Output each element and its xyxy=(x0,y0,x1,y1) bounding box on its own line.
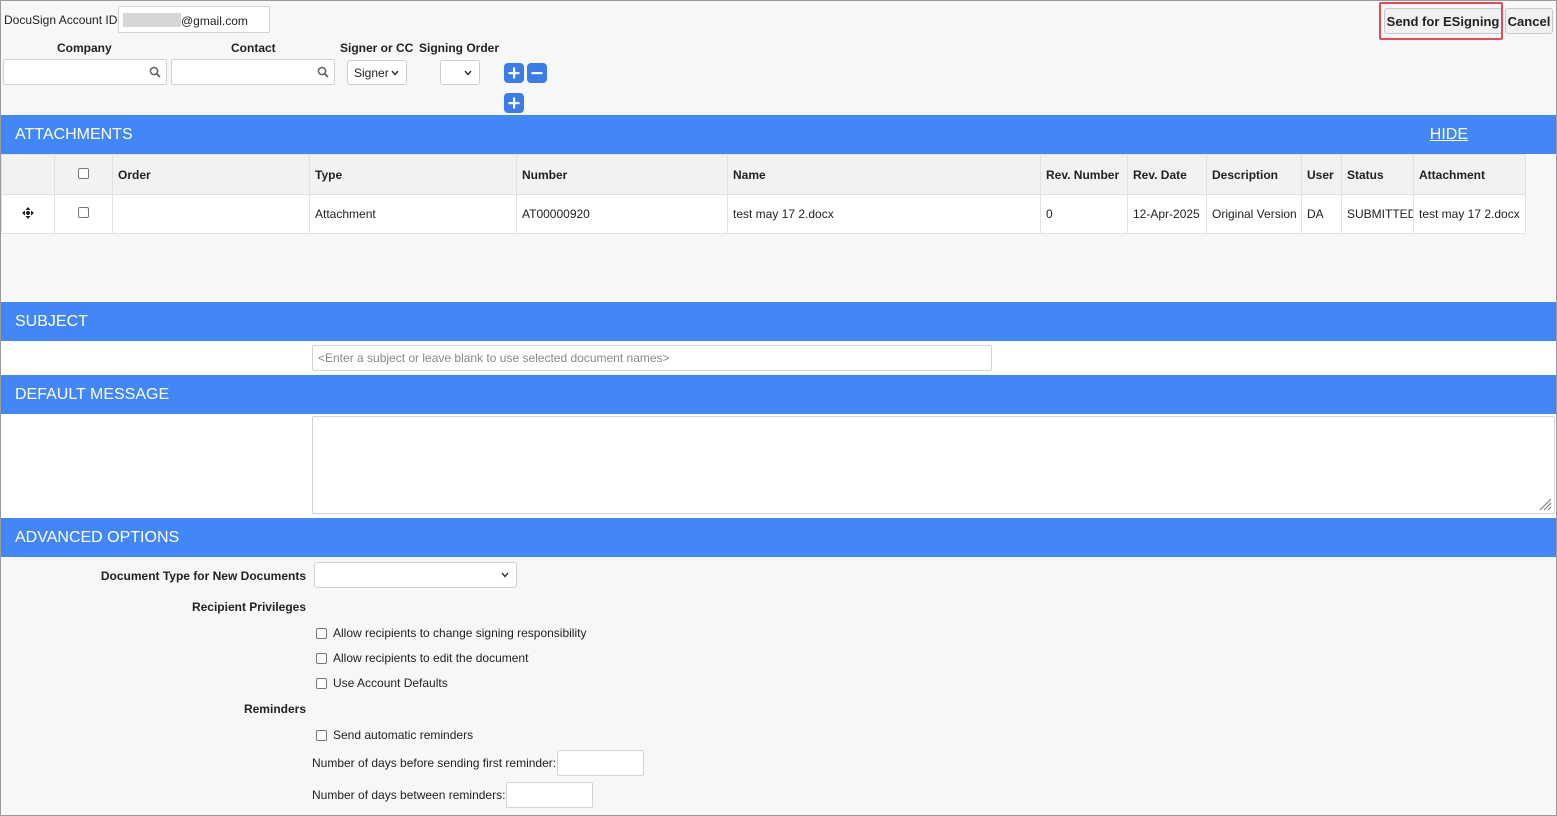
signer-cc-label: Signer or CC xyxy=(340,41,414,55)
change-signing-label: Allow recipients to change signing respo… xyxy=(333,626,587,640)
account-id-value: @gmail.com xyxy=(181,14,248,28)
recipient-privileges-label: Recipient Privileges xyxy=(191,600,306,614)
add-recipient-button[interactable] xyxy=(504,63,524,83)
cancel-button[interactable]: Cancel xyxy=(1505,8,1553,34)
col-number[interactable]: Number xyxy=(516,154,728,195)
col-order[interactable]: Order xyxy=(112,154,310,195)
edit-document-label: Allow recipients to edit the document xyxy=(333,651,529,665)
cell-description: Original Version xyxy=(1206,194,1302,234)
table-header-row: Order Type Number Name Rev. Number Rev. … xyxy=(1,154,1526,195)
cell-order xyxy=(112,194,310,234)
attachments-table: Order Type Number Name Rev. Number Rev. … xyxy=(1,154,1526,234)
signing-order-label: Signing Order xyxy=(419,41,500,55)
col-description[interactable]: Description xyxy=(1206,154,1302,195)
row-select-cell[interactable] xyxy=(54,194,113,234)
cell-rev-number: 0 xyxy=(1040,194,1128,234)
advanced-options-title: ADVANCED OPTIONS xyxy=(15,528,180,546)
redacted-block xyxy=(123,13,181,27)
default-message-textarea[interactable] xyxy=(312,416,1555,514)
change-signing-checkbox[interactable] xyxy=(316,627,327,639)
add-recipient-row-button[interactable] xyxy=(504,93,524,113)
chevron-down-icon xyxy=(501,572,509,578)
row-checkbox[interactable] xyxy=(78,207,89,218)
cell-user: DA xyxy=(1301,194,1342,234)
remove-recipient-button[interactable] xyxy=(527,63,547,83)
reminders-label: Reminders xyxy=(243,702,306,716)
cell-name: test may 17 2.docx xyxy=(727,194,1041,234)
contact-label: Contact xyxy=(231,41,276,55)
attachments-section-header: ATTACHMENTS HIDE xyxy=(1,115,1556,154)
cell-rev-date: 12-Apr-2025 xyxy=(1127,194,1207,234)
first-reminder-input[interactable] xyxy=(557,750,644,776)
col-name[interactable]: Name xyxy=(727,154,1041,195)
company-label: Company xyxy=(57,41,112,55)
account-defaults-label: Use Account Defaults xyxy=(333,676,448,690)
auto-reminders-checkbox[interactable] xyxy=(316,729,327,741)
minus-icon xyxy=(531,72,543,75)
option-edit-document[interactable]: Allow recipients to edit the document xyxy=(316,651,528,665)
option-account-defaults[interactable]: Use Account Defaults xyxy=(316,676,448,690)
account-id-field[interactable]: @gmail.com xyxy=(118,6,270,33)
first-reminder-label: Number of days before sending first remi… xyxy=(312,756,557,770)
attachments-title: ATTACHMENTS xyxy=(15,125,133,143)
between-reminders-input[interactable] xyxy=(506,782,593,808)
document-type-label: Document Type for New Documents xyxy=(100,569,306,583)
edit-document-checkbox[interactable] xyxy=(316,652,327,664)
highlight-box xyxy=(1379,2,1503,40)
col-rev-date[interactable]: Rev. Date xyxy=(1127,154,1207,195)
select-all-checkbox[interactable] xyxy=(78,167,89,179)
account-defaults-checkbox[interactable] xyxy=(316,677,327,689)
company-search-input[interactable] xyxy=(3,59,167,85)
header-select-all[interactable] xyxy=(54,154,113,195)
cell-type: Attachment xyxy=(309,194,517,234)
resize-handle-icon[interactable] xyxy=(1538,497,1552,511)
signer-cc-select[interactable]: Signer xyxy=(347,60,407,85)
chevron-down-icon xyxy=(391,70,399,76)
subject-input[interactable]: <Enter a subject or leave blank to use s… xyxy=(312,345,992,371)
col-attachment[interactable]: Attachment xyxy=(1413,154,1526,195)
cell-number: AT00000920 xyxy=(516,194,728,234)
plus-icon xyxy=(508,97,520,109)
advanced-options-section-header: ADVANCED OPTIONS xyxy=(1,518,1556,557)
default-message-section-header: DEFAULT MESSAGE xyxy=(1,375,1556,414)
hide-attachments-link[interactable]: HIDE xyxy=(1430,126,1468,144)
auto-reminders-label: Send automatic reminders xyxy=(333,728,474,742)
col-status[interactable]: Status xyxy=(1341,154,1414,195)
move-handle-icon[interactable] xyxy=(22,206,34,219)
default-message-title: DEFAULT MESSAGE xyxy=(15,385,170,403)
subject-section-header: SUBJECT xyxy=(1,302,1556,341)
search-icon[interactable] xyxy=(149,66,161,78)
chevron-down-icon xyxy=(464,70,472,76)
subject-placeholder: <Enter a subject or leave blank to use s… xyxy=(318,351,670,365)
header-drag-col xyxy=(1,154,55,195)
signer-cc-value: Signer xyxy=(354,66,389,80)
account-id-label: DocuSign Account ID xyxy=(4,13,118,27)
cell-attachment[interactable]: test may 17 2.docx xyxy=(1413,194,1526,234)
option-change-signing[interactable]: Allow recipients to change signing respo… xyxy=(316,626,586,640)
cell-status: SUBMITTED xyxy=(1341,194,1414,234)
document-type-select[interactable] xyxy=(314,562,517,588)
plus-icon xyxy=(508,67,520,79)
subject-title: SUBJECT xyxy=(15,312,88,330)
signing-order-select[interactable] xyxy=(440,60,480,85)
col-user[interactable]: User xyxy=(1301,154,1342,195)
col-rev-number[interactable]: Rev. Number xyxy=(1040,154,1128,195)
between-reminders-label: Number of days between reminders: xyxy=(312,788,506,802)
option-auto-reminders[interactable]: Send automatic reminders xyxy=(316,728,473,742)
contact-search-input[interactable] xyxy=(171,59,335,85)
drag-handle-cell[interactable] xyxy=(1,194,55,234)
table-row[interactable]: Attachment AT00000920 test may 17 2.docx… xyxy=(1,194,1526,234)
search-icon[interactable] xyxy=(317,66,329,78)
col-type[interactable]: Type xyxy=(309,154,517,195)
